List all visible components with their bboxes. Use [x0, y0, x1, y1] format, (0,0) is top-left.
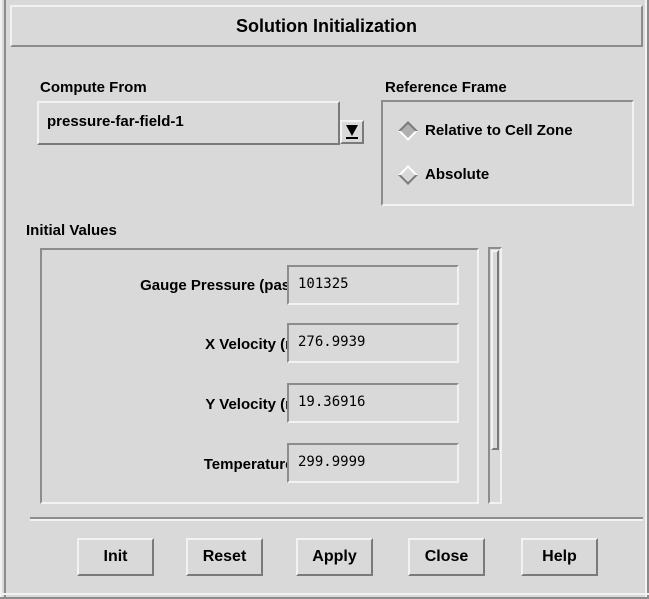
y-velocity-input[interactable]: 19.36916	[287, 383, 459, 423]
initial-values-panel: Gauge Pressure (pascal) 101325 X Velocit…	[40, 248, 479, 504]
reference-frame-group: Relative to Cell Zone Absolute	[381, 100, 634, 206]
temperature-input[interactable]: 299.9999	[287, 443, 459, 483]
dropdown-arrow-icon	[346, 125, 358, 139]
help-button[interactable]: Help	[521, 538, 598, 576]
button-separator-highlight	[30, 519, 643, 521]
apply-button[interactable]: Apply	[296, 538, 373, 576]
compute-from-dropdown-button[interactable]	[340, 120, 364, 144]
compute-from-label: Compute From	[40, 79, 147, 96]
radio-unselected-icon	[398, 164, 418, 185]
gauge-pressure-input[interactable]: 101325	[287, 265, 459, 305]
radio-absolute-label: Absolute	[425, 166, 490, 183]
radio-relative-to-cell-zone[interactable]: Relative to Cell Zone	[398, 120, 573, 141]
reference-frame-label: Reference Frame	[385, 79, 507, 96]
compute-from-dropdown[interactable]: pressure-far-field-1	[37, 101, 340, 145]
dialog-title: Solution Initialization	[10, 5, 643, 47]
reset-button[interactable]: Reset	[186, 538, 263, 576]
initial-values-scrollbar[interactable]	[488, 247, 502, 504]
window-frame-right	[645, 0, 649, 599]
radio-selected-icon	[398, 120, 418, 141]
window-frame-left	[0, 0, 6, 599]
x-velocity-input[interactable]: 276.9939	[287, 323, 459, 363]
initial-values-label: Initial Values	[26, 222, 117, 239]
window-frame-bottom	[0, 593, 649, 599]
init-button[interactable]: Init	[77, 538, 154, 576]
radio-relative-to-cell-zone-label: Relative to Cell Zone	[425, 122, 573, 139]
close-button[interactable]: Close	[408, 538, 485, 576]
scrollbar-thumb[interactable]	[491, 250, 499, 450]
radio-absolute[interactable]: Absolute	[398, 164, 490, 185]
